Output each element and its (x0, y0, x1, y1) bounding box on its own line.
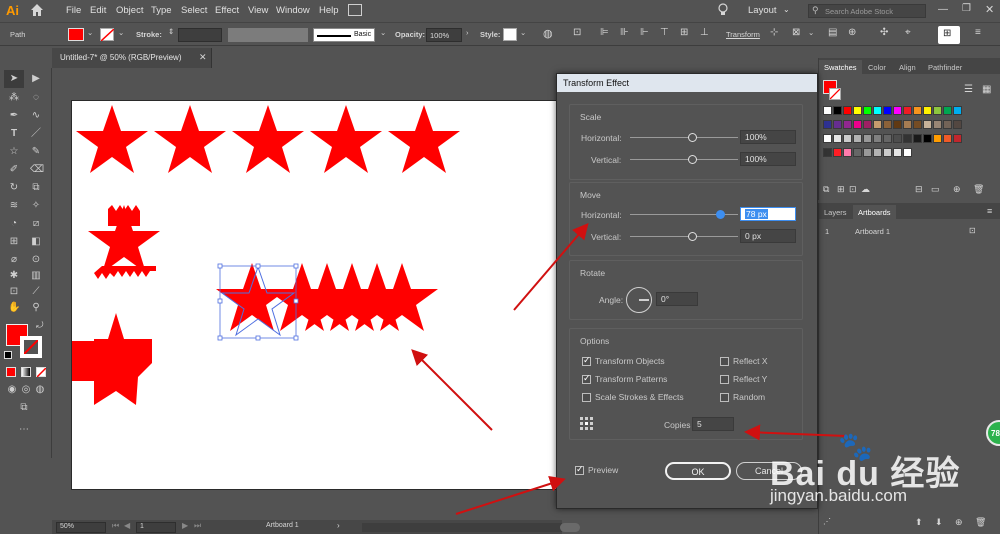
arrow-to-star-row (411, 349, 493, 431)
watermark-url: jingyan.baidu.com (770, 486, 908, 505)
arrow-to-horizontal-field (513, 222, 589, 311)
arrow-to-preview (455, 476, 566, 515)
baidu-watermark: 🐾 Bai du 经验 jingyan.baidu.com (770, 431, 970, 520)
arrow-to-copies (744, 424, 847, 441)
